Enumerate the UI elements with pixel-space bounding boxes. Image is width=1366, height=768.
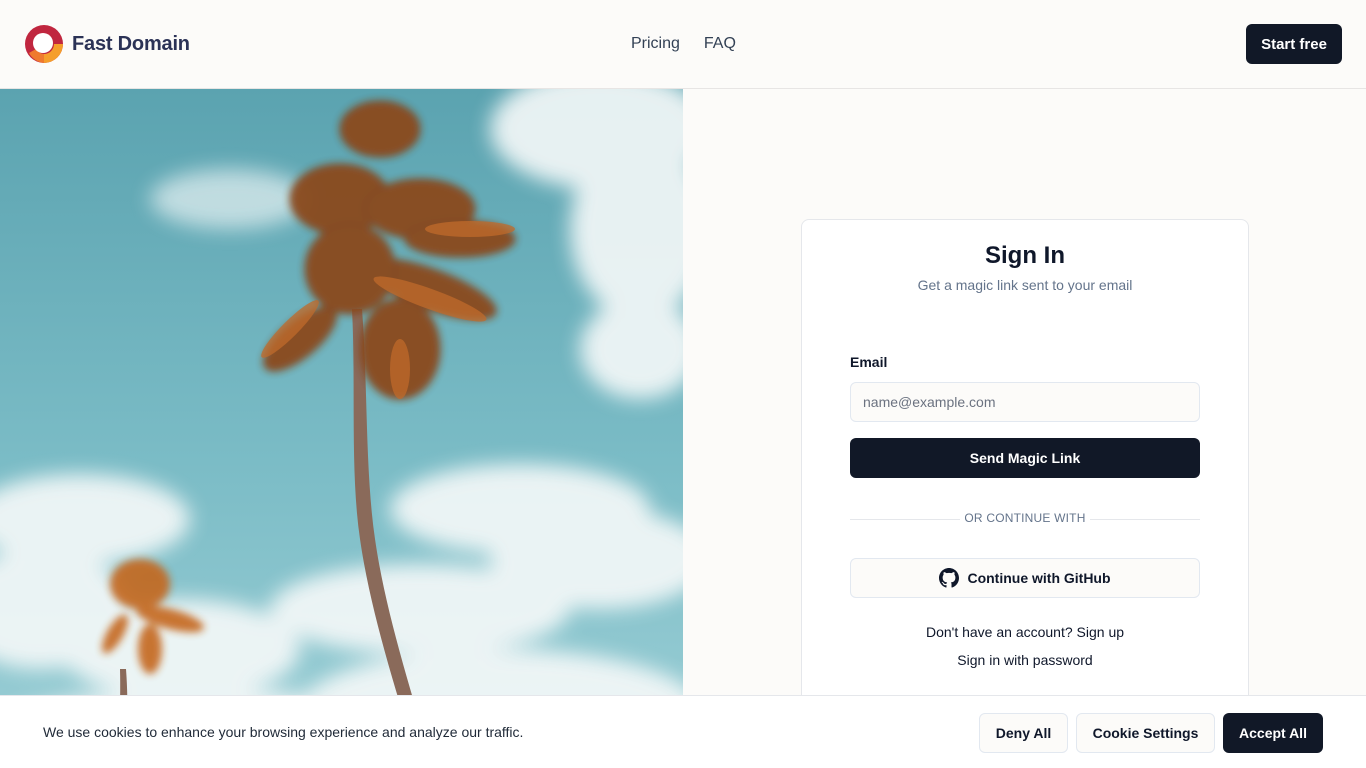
signin-panel: Sign In Get a magic link sent to your em…	[683, 89, 1366, 768]
nav-faq-link[interactable]: FAQ	[704, 33, 736, 55]
email-input[interactable]	[850, 382, 1200, 422]
nav-pricing-link[interactable]: Pricing	[631, 33, 680, 55]
hero-image	[0, 89, 683, 768]
palm-tree-photo	[0, 89, 683, 768]
send-magic-link-button[interactable]: Send Magic Link	[850, 438, 1200, 478]
no-account-text: Don't have an account?	[925, 624, 1073, 640]
github-button[interactable]: Continue with GitHub	[850, 558, 1200, 598]
start-free-button[interactable]: Start free	[1246, 24, 1342, 64]
cookie-settings-button[interactable]: Cookie Settings	[1076, 713, 1215, 753]
brand-link[interactable]: Fast Domain	[24, 24, 190, 64]
email-label: Email	[850, 354, 888, 370]
signup-prompt: Don't have an account? Sign up	[802, 624, 1248, 640]
accept-all-button[interactable]: Accept All	[1223, 713, 1323, 753]
password-signin-link[interactable]: Sign in with password	[802, 652, 1248, 668]
divider-line-right	[1090, 519, 1200, 520]
signin-subtitle: Get a magic link sent to your email	[917, 277, 1133, 293]
deny-all-button[interactable]: Deny All	[979, 713, 1068, 753]
github-icon	[939, 568, 960, 588]
brand-name: Fast Domain	[72, 32, 190, 55]
cookie-text: We use cookies to enhance your browsing …	[43, 724, 524, 740]
site-header: Fast Domain Pricing FAQ Start free	[0, 0, 1366, 89]
signup-link[interactable]: Sign up	[1077, 624, 1124, 640]
ring-logo-icon	[25, 25, 63, 63]
github-button-label: Continue with GitHub	[967, 570, 1111, 586]
main-nav: Pricing FAQ	[631, 33, 736, 55]
signin-title: Sign In	[985, 242, 1065, 269]
signin-card: Sign In Get a magic link sent to your em…	[801, 219, 1249, 739]
or-divider: OR CONTINUE WITH	[850, 510, 1200, 528]
cookie-banner: We use cookies to enhance your browsing …	[0, 695, 1366, 768]
divider-text: OR CONTINUE WITH	[964, 511, 1086, 525]
